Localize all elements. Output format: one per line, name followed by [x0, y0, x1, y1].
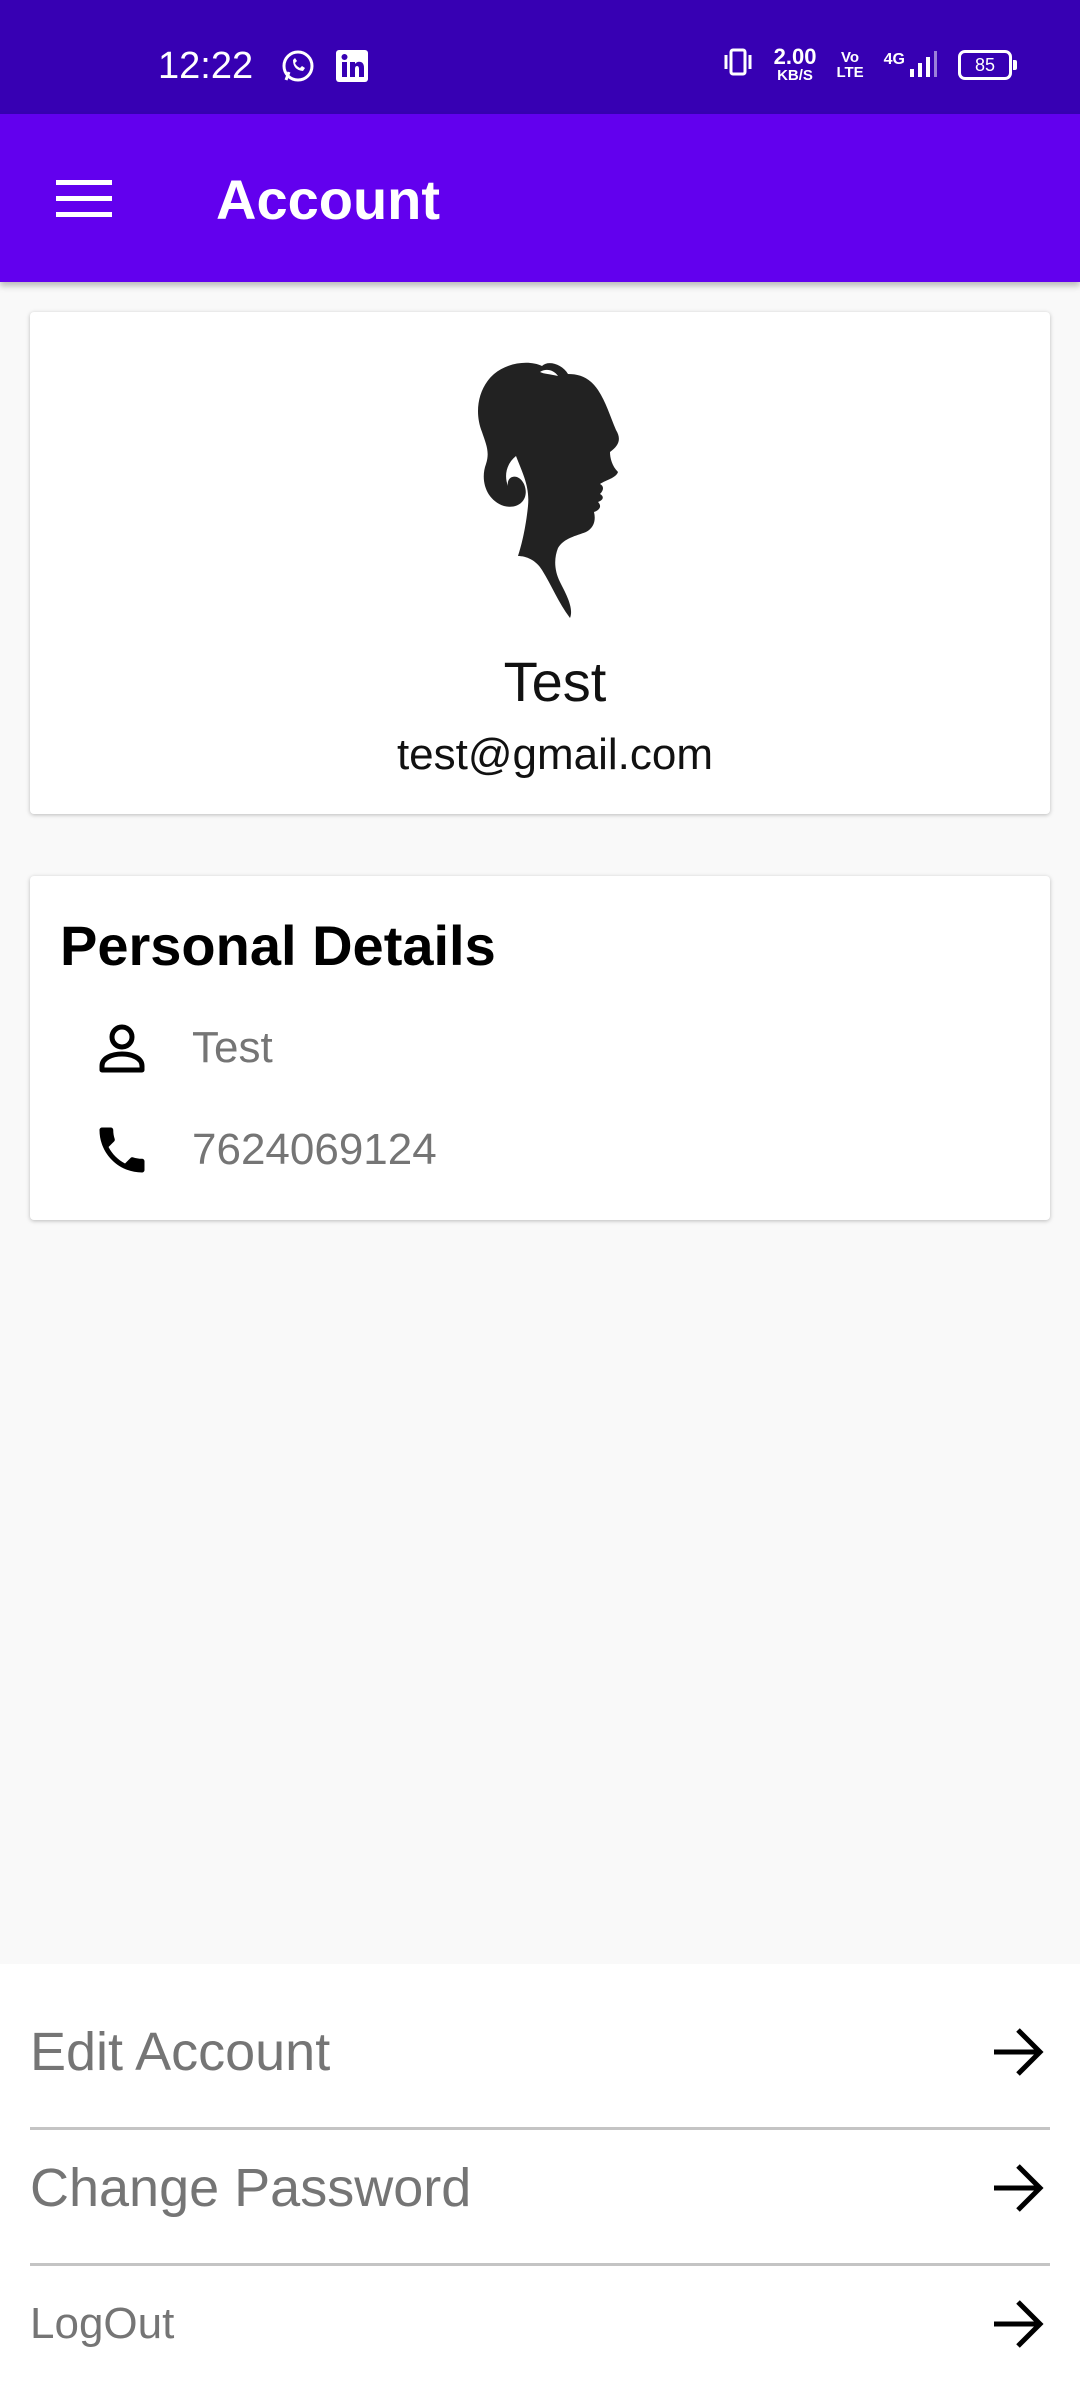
hamburger-menu-icon	[56, 180, 112, 217]
network-speed: 2.00 KB/S	[773, 44, 817, 84]
profile-name: Test	[503, 650, 607, 713]
arrow-right-icon	[986, 2292, 1050, 2356]
account-actions: Edit Account Change Password LogOut	[0, 1964, 1080, 2400]
logout-label: LogOut	[30, 2299, 175, 2348]
edit-account-label: Edit Account	[30, 2022, 331, 2082]
battery-indicator: 85	[958, 49, 1017, 80]
vibrate-icon	[722, 47, 754, 82]
phone-icon	[90, 1118, 154, 1182]
status-system-indicators: 2.00 KB/S Vo LTE 4G 85	[722, 44, 1017, 84]
divider	[30, 2263, 1050, 2266]
network-speed-value: 2.00	[773, 44, 817, 69]
woman-silhouette-avatar	[478, 362, 619, 618]
status-time: 12:22	[158, 45, 254, 87]
profile-email: test@gmail.com	[396, 730, 714, 779]
personal-details-card: Personal Details Test 7624069124	[30, 876, 1050, 1220]
menu-button[interactable]	[44, 166, 124, 230]
volte-indicator: Vo LTE	[836, 50, 863, 80]
arrow-right-icon	[986, 2020, 1050, 2084]
page-title: Account	[216, 168, 440, 231]
network-type-label: 4G	[883, 50, 905, 68]
app-bar: Account	[0, 114, 1080, 282]
volte-top: Vo	[841, 48, 860, 66]
arrow-right-icon	[986, 2156, 1050, 2220]
whatsapp-icon	[280, 48, 316, 89]
profile-card: Test test@gmail.com	[30, 312, 1050, 814]
change-password-button[interactable]: Change Password	[30, 2146, 1050, 2230]
edit-account-button[interactable]: Edit Account	[30, 2010, 1050, 2094]
linkedin-icon	[334, 48, 370, 89]
personal-details-title: Personal Details	[60, 914, 496, 977]
detail-phone-value: 7624069124	[192, 1125, 437, 1174]
change-password-label: Change Password	[30, 2158, 472, 2218]
detail-name-value: Test	[192, 1023, 273, 1072]
logout-button[interactable]: LogOut	[30, 2282, 1050, 2366]
volte-bottom: LTE	[836, 63, 864, 81]
person-icon	[90, 1016, 154, 1080]
status-bar: 12:22 2.00 KB/S Vo LTE 4G 85	[0, 0, 1080, 114]
detail-row-name: Test	[90, 1008, 273, 1088]
signal-4g-icon: 4G	[883, 50, 938, 79]
detail-row-phone: 7624069124	[90, 1110, 437, 1190]
divider	[30, 2127, 1050, 2130]
network-speed-unit: KB/S	[777, 67, 813, 84]
status-notification-icons	[280, 48, 370, 89]
